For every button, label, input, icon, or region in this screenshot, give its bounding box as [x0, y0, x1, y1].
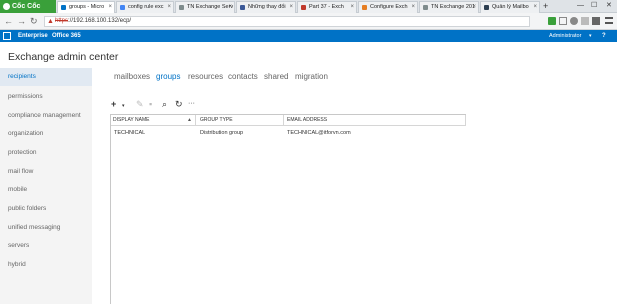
add-icon[interactable]: +	[111, 99, 116, 109]
download-icon[interactable]	[592, 17, 600, 25]
tab-configure-exch[interactable]: Configure Exch ×	[358, 1, 418, 13]
tab-config-rule[interactable]: config rule exc ×	[116, 1, 174, 13]
o365-nav-bar: Enterprise Office 365 Administrator ▾ ?	[0, 30, 617, 42]
page-favicon-icon	[301, 5, 306, 10]
close-tab-icon[interactable]: ×	[289, 2, 293, 13]
minimize-button[interactable]: —	[577, 0, 584, 12]
exchange-favicon-icon	[61, 5, 66, 10]
tab-contacts[interactable]: contacts	[228, 72, 258, 81]
nav-enterprise[interactable]: Enterprise	[18, 30, 48, 42]
maximize-button[interactable]: ☐	[591, 0, 597, 12]
tab-label: TN Exchange 201	[431, 4, 476, 10]
tab-label: TN Exchange Serv	[187, 4, 234, 10]
close-tab-icon[interactable]: ×	[533, 2, 537, 13]
page-title: Exchange admin center	[8, 51, 119, 63]
tab-quan-ly-mailbox[interactable]: Quản lý Mailbo ×	[480, 1, 540, 13]
more-options-icon[interactable]: ···	[188, 99, 195, 109]
browser-brand-label: Cốc Cốc	[12, 3, 41, 10]
browser-brand[interactable]: Cốc Cốc	[0, 0, 56, 13]
sidebar-item-mobile[interactable]: mobile	[0, 181, 92, 199]
brand-logo-icon	[3, 3, 10, 10]
security-warning-icon: ▲	[47, 18, 54, 25]
tab-label: Configure Exch	[370, 4, 408, 10]
tab-migration[interactable]: migration	[295, 72, 328, 81]
close-tab-icon[interactable]: ×	[472, 2, 476, 13]
url-protocol: https	[55, 18, 69, 24]
sidebar-item-public-folders[interactable]: public folders	[0, 200, 92, 218]
grid-header: DISPLAY NAME ▲ GROUP TYPE EMAIL ADDRESS	[111, 115, 466, 126]
tab-tn-exchange-201[interactable]: TN Exchange 201 ×	[419, 1, 479, 13]
help-icon[interactable]: ?	[602, 30, 606, 42]
close-tab-icon[interactable]: ×	[108, 2, 112, 13]
details-pane	[466, 114, 617, 304]
sidebar-item-protection[interactable]: protection	[0, 144, 92, 162]
url-input[interactable]: ▲ https://192.168.100.132/ecp/	[44, 16, 530, 27]
page-favicon-icon	[423, 5, 428, 10]
admin-user[interactable]: Administrator	[549, 30, 581, 42]
back-button[interactable]: ←	[4, 16, 13, 27]
sidebar-item-permissions[interactable]: permissions	[0, 88, 92, 106]
delete-icon[interactable]: ▪	[149, 99, 152, 109]
column-email-address[interactable]: EMAIL ADDRESS	[285, 115, 466, 125]
tab-groups[interactable]: groups	[156, 72, 180, 81]
close-window-button[interactable]: ✕	[606, 0, 612, 12]
office-logo-icon[interactable]	[3, 32, 11, 40]
google-favicon-icon	[120, 5, 125, 10]
tab-nhung-thay-doi[interactable]: Những thay đổi ×	[236, 1, 296, 13]
tab-groups[interactable]: groups - Micro ×	[57, 1, 115, 13]
chevron-down-icon[interactable]: ▾	[122, 101, 125, 111]
page-favicon-icon	[179, 5, 184, 10]
close-tab-icon[interactable]: ×	[350, 2, 354, 13]
address-bar-row: ← → ↻ ▲ https://192.168.100.132/ecp/	[0, 13, 617, 30]
sidebar-item-compliance-management[interactable]: compliance management	[0, 107, 92, 125]
column-display-name[interactable]: DISPLAY NAME	[111, 115, 196, 125]
tab-label: Những thay đổi	[248, 4, 286, 10]
groups-grid: DISPLAY NAME ▲ GROUP TYPE EMAIL ADDRESS …	[110, 114, 467, 304]
page-favicon-icon	[240, 5, 245, 10]
sidebar-item-organization[interactable]: organization	[0, 125, 92, 143]
search-icon[interactable]: ⌕	[162, 99, 167, 109]
tab-label: config rule exc	[128, 4, 164, 10]
sidebar-item-hybrid[interactable]: hybrid	[0, 256, 92, 274]
cell-group-type: Distribution group	[200, 130, 244, 136]
sidebar-item-unified-messaging[interactable]: unified messaging	[0, 219, 92, 237]
translate-icon[interactable]	[548, 17, 556, 25]
forward-button[interactable]: →	[17, 16, 26, 27]
chevron-down-icon[interactable]: ▾	[589, 30, 592, 42]
table-row[interactable]: TECHNICAL Distribution group TECHNICAL@i…	[111, 128, 466, 138]
page-favicon-icon	[484, 5, 489, 10]
cell-email-address: TECHNICAL@itforvn.com	[287, 130, 351, 136]
tab-mailboxes[interactable]: mailboxes	[114, 72, 150, 81]
sidebar-item-servers[interactable]: servers	[0, 237, 92, 255]
close-tab-icon[interactable]: ×	[228, 2, 232, 13]
sidebar-item-recipients[interactable]: recipients	[0, 68, 92, 86]
nav-office365[interactable]: Office 365	[52, 30, 81, 42]
page-favicon-icon	[362, 5, 367, 10]
sidebar: recipients permissions compliance manage…	[0, 68, 92, 304]
edit-icon[interactable]: ✎	[136, 99, 144, 109]
tab-label: Part 37 - Exch	[309, 4, 344, 10]
column-group-type[interactable]: GROUP TYPE	[198, 115, 284, 125]
cell-display-name: TECHNICAL	[114, 130, 146, 136]
tab-shared[interactable]: shared	[264, 72, 288, 81]
close-tab-icon[interactable]: ×	[167, 2, 171, 13]
extension-icon[interactable]	[559, 17, 567, 25]
reload-button[interactable]: ↻	[30, 16, 38, 27]
tab-label: Quản lý Mailbo	[492, 4, 529, 10]
tab-label: groups - Micro	[69, 4, 105, 10]
tab-tn-exchange-serv[interactable]: TN Exchange Serv ×	[175, 1, 235, 13]
close-tab-icon[interactable]: ×	[411, 2, 415, 13]
tab-resources[interactable]: resources	[188, 72, 223, 81]
url-path: ://192.168.100.132/ecp/	[68, 18, 132, 24]
sort-ascending-icon[interactable]: ▲	[187, 115, 192, 125]
browser-tab-bar: Cốc Cốc groups - Micro × config rule exc…	[0, 0, 617, 13]
new-tab-button[interactable]: +	[543, 0, 548, 13]
sidebar-item-mail-flow[interactable]: mail flow	[0, 163, 92, 181]
adblock-icon[interactable]	[570, 17, 578, 25]
refresh-icon[interactable]: ↻	[175, 99, 183, 109]
page-icon[interactable]	[581, 17, 589, 25]
tab-part-37[interactable]: Part 37 - Exch ×	[297, 1, 357, 13]
menu-icon[interactable]	[605, 17, 613, 24]
